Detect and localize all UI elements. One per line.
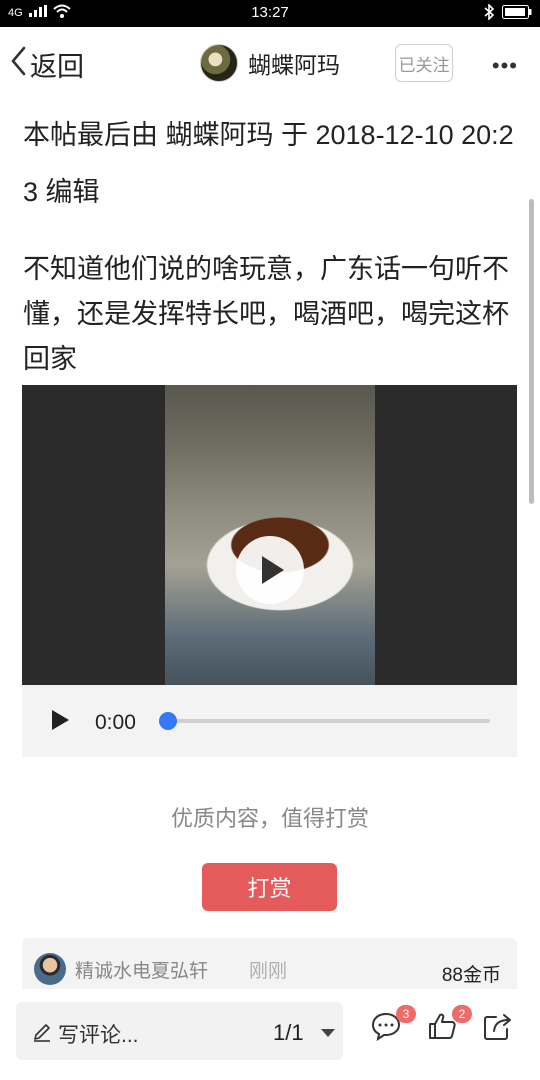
like-button[interactable]: 2 xyxy=(426,1005,472,1051)
progress-knob[interactable] xyxy=(159,712,177,730)
comment-input[interactable]: 写评论... 1/1 xyxy=(16,1002,343,1060)
nav-bar: 返回 蝴蝶阿玛 已关注 ••• xyxy=(0,27,540,99)
scrollbar[interactable] xyxy=(529,199,534,504)
bluetooth-icon xyxy=(484,3,495,25)
battery-icon xyxy=(502,5,532,24)
chevron-down-icon[interactable] xyxy=(321,1029,335,1037)
bottom-bar: 写评论... 1/1 3 2 xyxy=(0,989,540,1080)
edit-note: 本帖最后由 蝴蝶阿玛 于 2018-12-10 20:23 编辑 xyxy=(23,120,514,207)
video-thumbnail xyxy=(165,385,375,685)
video-play-button[interactable] xyxy=(236,536,304,604)
like-count-badge: 2 xyxy=(452,1005,472,1023)
reward-button[interactable]: 打赏 xyxy=(202,863,337,911)
author-info[interactable]: 蝴蝶阿玛 xyxy=(200,44,340,82)
reward-record: 精诚水电夏弘轩 刚刚 88金币 xyxy=(22,938,517,989)
current-time: 0:00 xyxy=(95,711,136,734)
like-icon xyxy=(426,1013,458,1045)
play-icon[interactable] xyxy=(52,710,69,730)
status-bar: 4G 13:27 xyxy=(0,0,540,27)
follow-button[interactable]: 已关注 xyxy=(395,44,453,82)
post-content: 本帖最后由 蝴蝶阿玛 于 2018-12-10 20:23 编辑 不知道他们说的… xyxy=(0,99,540,989)
status-right xyxy=(484,3,532,25)
play-icon xyxy=(262,556,284,584)
more-button[interactable]: ••• xyxy=(492,53,518,79)
reward-time: 刚刚 xyxy=(249,961,288,982)
share-button[interactable] xyxy=(482,1011,522,1051)
reward-user[interactable]: 精诚水电夏弘轩 xyxy=(75,956,208,983)
comment-count-badge: 3 xyxy=(396,1005,416,1023)
status-time: 13:27 xyxy=(251,4,289,21)
media-controls: 0:00 xyxy=(22,685,517,757)
comment-placeholder: 写评论... xyxy=(58,1024,139,1047)
avatar[interactable] xyxy=(200,44,238,82)
avatar[interactable] xyxy=(34,953,66,985)
comment-button[interactable]: 3 xyxy=(370,1005,416,1051)
page-indicator[interactable]: 1/1 xyxy=(273,1020,304,1046)
post-body: 不知道他们说的啥玩意，广东话一句听不懂，还是发挥特长吧，喝酒吧，喝完这杯回家 xyxy=(23,254,509,374)
comment-icon xyxy=(370,1012,402,1045)
share-icon xyxy=(482,1014,514,1045)
back-button[interactable]: 返回 xyxy=(10,45,84,84)
back-chevron-icon xyxy=(10,46,26,83)
progress-track[interactable] xyxy=(168,719,490,723)
author-name[interactable]: 蝴蝶阿玛 xyxy=(248,46,340,80)
reward-hint: 优质内容，值得打赏 xyxy=(170,806,369,831)
video-player[interactable] xyxy=(22,385,517,685)
pencil-icon xyxy=(32,1022,52,1047)
reward-amount: 88金币 xyxy=(441,965,501,986)
back-label: 返回 xyxy=(30,52,84,82)
